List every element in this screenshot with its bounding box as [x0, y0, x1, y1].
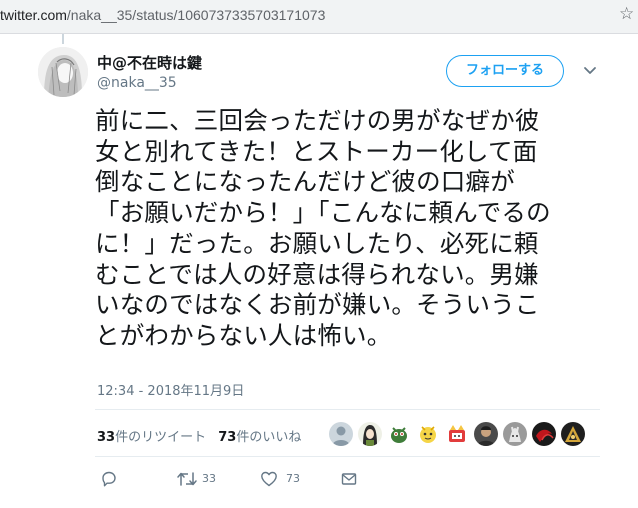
retweet-stat-label: 件のリツイート	[115, 430, 207, 445]
message-icon	[341, 473, 357, 485]
liker-avatar[interactable]	[560, 421, 586, 447]
tweet-text-line: 「お願いだから！」「こんなに頼んでるの	[95, 198, 551, 228]
browser-address-bar[interactable]: twitter.com/naka__35/status/106073733570…	[0, 0, 638, 34]
retweet-stat[interactable]: 33件のリツイート	[97, 430, 206, 445]
tweet-text-line: 女と別れてきた！とストーカー化して面	[95, 136, 538, 166]
like-count: 73	[286, 472, 300, 485]
tweet-text-line: 倒なことになったんだけど彼の口癖が	[95, 167, 515, 197]
tweet-text-line: いなのではなくお前が嫌い。そういうこ	[95, 290, 540, 320]
liker-avatar[interactable]	[502, 421, 528, 447]
like-stat[interactable]: 73件のいいね	[218, 430, 301, 445]
avatar-image	[38, 47, 88, 97]
like-stat-label: 件のいいね	[236, 430, 302, 445]
tweet-text-line: とがわからない人は怖い。	[95, 320, 392, 350]
url-path: /naka__35/status/1060737335703171073	[66, 7, 326, 23]
retweet-count: 33	[202, 472, 216, 485]
reply-icon	[102, 471, 116, 487]
tweet-text-line: 前に二、三回会っただけの男がなぜか彼	[95, 106, 540, 135]
url-text[interactable]: twitter.com/naka__35/status/106073733570…	[0, 7, 325, 23]
display-name[interactable]: 中@不在時は鍵	[97, 52, 202, 73]
liker-avatar[interactable]	[357, 421, 383, 447]
thread-line	[62, 34, 64, 44]
liker-avatar[interactable]	[386, 421, 412, 447]
username[interactable]: @naka__35	[97, 75, 177, 91]
tweet-text: 前に二、三回会っただけの男がなぜか彼 女と別れてきた！とストーカー化して面 倒な…	[95, 106, 595, 352]
tweet-text-line: に！」だった。お願いしたり、必死に頼	[95, 228, 539, 258]
retweet-stat-count: 33	[97, 430, 116, 445]
liker-avatar[interactable]	[531, 421, 557, 447]
liker-avatar[interactable]	[328, 421, 354, 447]
like-icon	[261, 471, 277, 487]
follow-button[interactable]: フォローする	[446, 55, 564, 87]
star-icon[interactable]: ☆	[619, 4, 634, 24]
chevron-down-icon[interactable]	[581, 62, 599, 80]
tweet-stats: 33件のリツイート 73件のいいね	[97, 426, 301, 445]
like-stat-count: 73	[218, 430, 237, 445]
divider	[95, 409, 600, 410]
liker-avatar[interactable]	[415, 421, 441, 447]
liker-avatar[interactable]	[444, 421, 470, 447]
liker-avatar[interactable]	[473, 421, 499, 447]
avatar[interactable]	[38, 47, 88, 97]
tweet-timestamp[interactable]: 12:34 - 2018年11月9日	[97, 380, 244, 399]
tweet-text-line: むことでは人の好意は得られない。男嫌	[95, 259, 539, 289]
url-domain: twitter.com	[0, 7, 67, 23]
divider	[95, 456, 600, 457]
retweet-icon	[177, 472, 197, 486]
